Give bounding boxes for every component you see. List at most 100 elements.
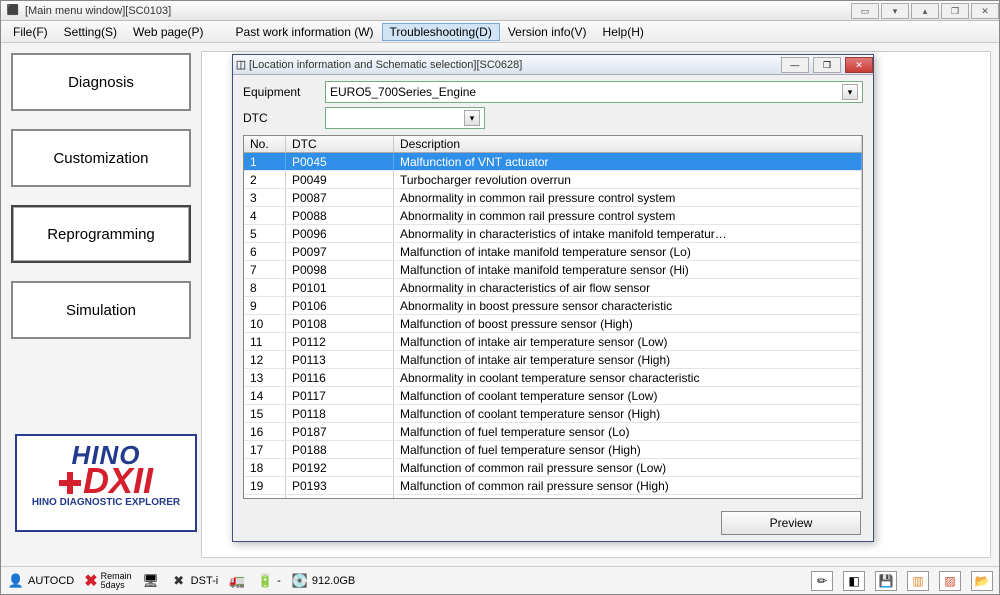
cell-no: 16 — [244, 423, 286, 440]
cell-desc: Malfunction of fuel temperature sensor (… — [394, 441, 862, 458]
cell-dtc: P0192 — [286, 459, 394, 476]
cell-no: 1 — [244, 153, 286, 170]
modal-titlebar: ◫ [Location information and Schematic se… — [233, 55, 873, 75]
cell-no: 6 — [244, 243, 286, 260]
table-row[interactable]: 20P0201Disconnection of solenoid valve d… — [244, 495, 862, 498]
status-disk: 💽912.0GB — [291, 572, 355, 590]
cell-desc: Abnormality in boost pressure sensor cha… — [394, 297, 862, 314]
table-row[interactable]: 10P0108Malfunction of boost pressure sen… — [244, 315, 862, 333]
cell-dtc: P0117 — [286, 387, 394, 404]
cell-desc: Malfunction of common rail pressure sens… — [394, 477, 862, 494]
menu-webpage[interactable]: Web page(P) — [125, 23, 211, 41]
table-row[interactable]: 1P0045Malfunction of VNT actuator — [244, 153, 862, 171]
table-row[interactable]: 17P0188Malfunction of fuel temperature s… — [244, 441, 862, 459]
table-row[interactable]: 19P0193Malfunction of common rail pressu… — [244, 477, 862, 495]
dtc-combo[interactable]: ▾ — [325, 107, 485, 129]
cell-dtc: P0045 — [286, 153, 394, 170]
restore-button[interactable]: ❐ — [941, 3, 969, 19]
x-icon: ✖ — [84, 571, 97, 591]
cell-desc: Disconnection of solenoid valve drive sy… — [394, 495, 862, 498]
cell-dtc: P0106 — [286, 297, 394, 314]
grid-body[interactable]: 1P0045Malfunction of VNT actuator2P0049T… — [244, 153, 862, 498]
cell-no: 12 — [244, 351, 286, 368]
menu-pastwork[interactable]: Past work information (W) — [228, 23, 382, 41]
table-row[interactable]: 5P0096Abnormality in characteristics of … — [244, 225, 862, 243]
eraser-icon[interactable]: ◧ — [843, 571, 865, 591]
menu-setting[interactable]: Setting(S) — [56, 23, 125, 41]
x-small-icon: ✖ — [170, 572, 188, 590]
menu-help[interactable]: Help(H) — [595, 23, 652, 41]
col-desc-header[interactable]: Description — [394, 136, 862, 152]
sidebar-customization[interactable]: Customization — [11, 129, 191, 187]
pencil-icon[interactable]: ✏ — [811, 571, 833, 591]
table-row[interactable]: 4P0088Abnormality in common rail pressur… — [244, 207, 862, 225]
menubar: File(F) Setting(S) Web page(P) Past work… — [1, 21, 999, 43]
sidebar-reprogramming[interactable]: Reprogramming — [11, 205, 191, 263]
cell-no: 15 — [244, 405, 286, 422]
modal-close[interactable]: ✕ — [845, 57, 873, 73]
table-row[interactable]: 11P0112Malfunction of intake air tempera… — [244, 333, 862, 351]
cell-no: 19 — [244, 477, 286, 494]
table-row[interactable]: 13P0116Abnormality in coolant temperatur… — [244, 369, 862, 387]
cell-dtc: P0112 — [286, 333, 394, 350]
cell-dtc: P0201 — [286, 495, 394, 498]
cell-dtc: P0188 — [286, 441, 394, 458]
modal-body: Equipment EURO5_700Series_Engine ▾ DTC ▾… — [233, 75, 873, 505]
cell-desc: Malfunction of coolant temperature senso… — [394, 387, 862, 404]
table-row[interactable]: 6P0097Malfunction of intake manifold tem… — [244, 243, 862, 261]
equipment-value: EURO5_700Series_Engine — [330, 85, 476, 99]
menu-troubleshooting[interactable]: Troubleshooting(D) — [382, 23, 500, 41]
cell-desc: Abnormality in common rail pressure cont… — [394, 189, 862, 206]
modal-minimize[interactable]: — — [781, 57, 809, 73]
table-row[interactable]: 14P0117Malfunction of coolant temperatur… — [244, 387, 862, 405]
cell-no: 13 — [244, 369, 286, 386]
user-icon: 👤 — [7, 572, 25, 590]
app-icon: ⬛ — [5, 3, 21, 19]
up-button[interactable]: ▴ — [911, 3, 939, 19]
cell-desc: Malfunction of intake air temperature se… — [394, 333, 862, 350]
table-row[interactable]: 3P0087Abnormality in common rail pressur… — [244, 189, 862, 207]
menu-version[interactable]: Version info(V) — [500, 23, 595, 41]
cell-desc: Malfunction of coolant temperature senso… — [394, 405, 862, 422]
table-row[interactable]: 9P0106Abnormality in boost pressure sens… — [244, 297, 862, 315]
down-button[interactable]: ▾ — [881, 3, 909, 19]
save-icon[interactable]: 💾 — [875, 571, 897, 591]
cell-no: 4 — [244, 207, 286, 224]
menu-file[interactable]: File(F) — [5, 23, 56, 41]
cell-dtc: P0187 — [286, 423, 394, 440]
col-no-header[interactable]: No. — [244, 136, 286, 152]
equipment-combo[interactable]: EURO5_700Series_Engine ▾ — [325, 81, 863, 103]
cell-dtc: P0049 — [286, 171, 394, 188]
logo-block: HINO DXII HINO DIAGNOSTIC EXPLORER — [15, 434, 197, 532]
folder-icon[interactable]: 📂 — [971, 571, 993, 591]
sidebar-simulation[interactable]: Simulation — [11, 281, 191, 339]
status-device: 🖥 — [142, 572, 160, 590]
table-row[interactable]: 16P0187Malfunction of fuel temperature s… — [244, 423, 862, 441]
preview-button[interactable]: Preview — [721, 511, 861, 535]
cell-no: 17 — [244, 441, 286, 458]
minimize-button[interactable]: ▭ — [851, 3, 879, 19]
table-row[interactable]: 7P0098Malfunction of intake manifold tem… — [244, 261, 862, 279]
table-row[interactable]: 12P0113Malfunction of intake air tempera… — [244, 351, 862, 369]
cell-desc: Abnormality in characteristics of air fl… — [394, 279, 862, 296]
modal-title: [Location information and Schematic sele… — [249, 59, 780, 71]
sidebar-diagnosis[interactable]: Diagnosis — [11, 53, 191, 111]
chevron-down-icon: ▾ — [842, 84, 858, 100]
tool5-icon[interactable]: ▨ — [939, 571, 961, 591]
statusbar: 👤AUTOCD ✖Remain5days 🖥 ✖DST-i 🚛 🔋- 💽912.… — [1, 566, 999, 594]
table-row[interactable]: 15P0118Malfunction of coolant temperatur… — [244, 405, 862, 423]
status-tools: ✏ ◧ 💾 ▥ ▨ 📂 — [811, 571, 993, 591]
modal-maximize[interactable]: ❐ — [813, 57, 841, 73]
cell-no: 11 — [244, 333, 286, 350]
table-row[interactable]: 2P0049Turbocharger revolution overrun — [244, 171, 862, 189]
tool4-icon[interactable]: ▥ — [907, 571, 929, 591]
status-dst: ✖DST-i — [170, 572, 219, 590]
cell-dtc: P0101 — [286, 279, 394, 296]
cell-desc: Malfunction of intake manifold temperatu… — [394, 261, 862, 278]
table-row[interactable]: 8P0101Abnormality in characteristics of … — [244, 279, 862, 297]
cell-desc: Malfunction of intake air temperature se… — [394, 351, 862, 368]
status-remain: ✖Remain5days — [84, 571, 131, 591]
table-row[interactable]: 18P0192Malfunction of common rail pressu… — [244, 459, 862, 477]
col-dtc-header[interactable]: DTC — [286, 136, 394, 152]
close-button[interactable]: ✕ — [971, 3, 999, 19]
